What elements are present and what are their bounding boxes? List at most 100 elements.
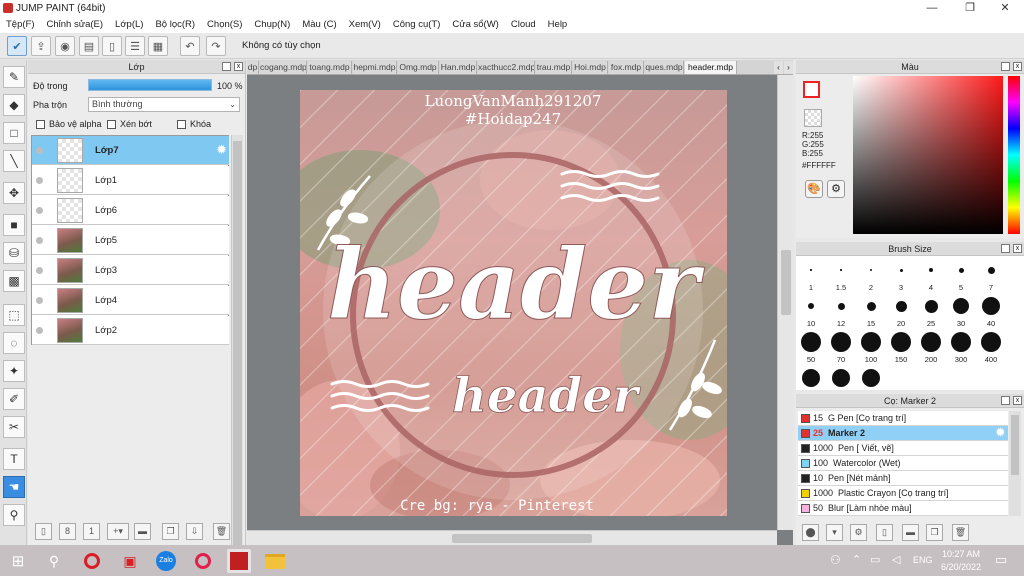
visibility-icon[interactable]: [36, 147, 43, 154]
brush-folder-icon[interactable]: ▬: [902, 524, 919, 541]
menu-edit[interactable]: Chỉnh sửa(E): [41, 19, 110, 30]
opera-icon[interactable]: [80, 549, 104, 573]
canvas-horizontal-scrollbar[interactable]: [247, 530, 777, 545]
brush-menu-icon[interactable]: ▾: [826, 524, 843, 541]
panel-float-icon[interactable]: [1001, 62, 1010, 71]
gradient-tool-icon[interactable]: ▩: [3, 270, 25, 292]
brush-size-dot[interactable]: [837, 302, 845, 310]
chevron-up-icon[interactable]: ⌃: [852, 553, 861, 566]
check-icon[interactable]: ✔: [7, 36, 27, 56]
windows-start-icon[interactable]: ⊞: [6, 549, 30, 573]
tab-document[interactable]: fox.mdp: [609, 61, 644, 74]
brush-size-dot[interactable]: [831, 332, 851, 352]
menu-filter[interactable]: Bộ lọc(R): [149, 19, 201, 30]
brush-size-dot[interactable]: [866, 301, 876, 311]
layer-row[interactable]: Lớp3: [32, 256, 229, 285]
brush-size-dot[interactable]: [899, 268, 903, 272]
new-1bit-layer-icon[interactable]: 1: [83, 523, 100, 540]
brush-size-dot[interactable]: [987, 266, 995, 274]
menu-layer[interactable]: Lớp(L): [109, 19, 149, 30]
menu-window[interactable]: Cửa sổ(W): [446, 19, 504, 30]
brush-delete-icon[interactable]: 🗑: [952, 524, 969, 541]
foreground-color-swatch[interactable]: [803, 81, 820, 98]
protect-alpha-checkbox[interactable]: [36, 120, 45, 129]
tab-document[interactable]: hepmi.mdp: [353, 61, 397, 74]
brush-size-dot[interactable]: [921, 332, 941, 352]
layer-row[interactable]: Lớp5: [32, 226, 229, 255]
app-grid-icon[interactable]: ▣: [118, 549, 142, 573]
lock-checkbox[interactable]: [177, 120, 186, 129]
brush-size-dot[interactable]: [951, 332, 971, 352]
clipping-checkbox[interactable]: [107, 120, 116, 129]
scroll-thumb[interactable]: [1011, 415, 1019, 475]
tab-document[interactable]: trau.mdp: [536, 61, 572, 74]
brush-size-dot[interactable]: [924, 299, 938, 313]
tab-document[interactable]: toang.mdp: [308, 61, 352, 74]
brush-file-icon[interactable]: ▯: [876, 524, 893, 541]
network-icon[interactable]: ▭: [870, 553, 880, 566]
menu-view[interactable]: Xem(V): [343, 19, 387, 30]
menu-file[interactable]: Tệp(F): [0, 19, 41, 30]
visibility-icon[interactable]: [36, 237, 43, 244]
pen-item[interactable]: 1000 Plastic Crayon [Cọ trang trí]: [798, 486, 1008, 501]
merge-icon[interactable]: ⇩: [186, 523, 203, 540]
undo-icon[interactable]: ↶: [180, 36, 200, 56]
opacity-slider[interactable]: [88, 79, 212, 91]
panel-close-icon[interactable]: x: [1013, 396, 1022, 405]
panel-close-icon[interactable]: x: [1013, 244, 1022, 253]
opera-gx-icon[interactable]: [191, 549, 215, 573]
brush-size-dot[interactable]: [895, 300, 907, 312]
pen-item[interactable]: 15 G Pen [Cọ trang trí]: [798, 411, 1008, 426]
clock-time[interactable]: 10:27 AM: [941, 549, 981, 559]
hue-slider[interactable]: [1008, 76, 1020, 234]
eyedropper-tool-icon[interactable]: ⚲: [3, 504, 25, 526]
tab-document[interactable]: ques.mdp: [645, 61, 684, 74]
gear-icon[interactable]: ✹: [996, 426, 1005, 440]
brush-size-dot[interactable]: [982, 297, 1000, 315]
menu-tools[interactable]: Công cụ(T): [387, 19, 447, 30]
tab-scroll-left-icon[interactable]: ‹: [774, 61, 783, 74]
list-icon[interactable]: ☰: [125, 36, 145, 56]
brush-duplicate-icon[interactable]: ❐: [926, 524, 943, 541]
visibility-icon[interactable]: [36, 327, 43, 334]
fill-rect-tool-icon[interactable]: ■: [3, 214, 25, 236]
brush-size-dot[interactable]: [832, 369, 850, 387]
scroll-thumb[interactable]: [452, 534, 592, 543]
menu-cloud[interactable]: Cloud: [505, 19, 542, 30]
close-button[interactable]: ✕: [988, 0, 1022, 16]
brush-size-dot[interactable]: [861, 332, 881, 352]
people-icon[interactable]: ⚇: [830, 553, 841, 567]
minimize-button[interactable]: —: [915, 0, 949, 16]
layer-scrollbar[interactable]: [231, 135, 243, 573]
saturation-value-picker[interactable]: [853, 76, 1003, 234]
brush-size-dot[interactable]: [953, 298, 969, 314]
brush-size-dot[interactable]: [870, 269, 872, 271]
language-indicator[interactable]: ENG: [913, 555, 933, 565]
visibility-icon[interactable]: [36, 297, 43, 304]
select-eraser-tool-icon[interactable]: ✂: [3, 416, 25, 438]
select-pen-tool-icon[interactable]: ✐: [3, 388, 25, 410]
palette-icon[interactable]: 🎨: [805, 180, 823, 198]
new-8bit-layer-icon[interactable]: 8: [59, 523, 76, 540]
bucket-tool-icon[interactable]: ⛁: [3, 242, 25, 264]
share-icon[interactable]: ⇪: [31, 36, 51, 56]
panel-close-icon[interactable]: x: [234, 62, 243, 71]
canvas-artwork[interactable]: LuongVanManh291207 #Hoidap247 header hea…: [300, 90, 727, 516]
pen-item[interactable]: 25 Marker 2 ✹: [798, 426, 1008, 441]
new-layer-icon[interactable]: ▯: [35, 523, 52, 540]
pen-item[interactable]: 10 Pen [Nét mảnh]: [798, 471, 1008, 486]
visibility-icon[interactable]: [36, 177, 43, 184]
layer-row[interactable]: Lớp2: [32, 316, 229, 345]
panel-float-icon[interactable]: [1001, 244, 1010, 253]
panel-float-icon[interactable]: [222, 62, 231, 71]
pen-item[interactable]: 100 Watercolor (Wet): [798, 456, 1008, 471]
scroll-thumb[interactable]: [781, 250, 791, 315]
magic-wand-tool-icon[interactable]: ✦: [3, 360, 25, 382]
visibility-icon[interactable]: [36, 267, 43, 274]
brush-size-dot[interactable]: [802, 369, 820, 387]
layer-row[interactable]: Lớp6: [32, 196, 229, 225]
folder-icon[interactable]: ▬: [134, 523, 151, 540]
layer-row[interactable]: Lớp7 ✹: [32, 136, 229, 165]
tab-scroll-right-icon[interactable]: ›: [784, 61, 793, 74]
file-explorer-icon[interactable]: [263, 549, 287, 573]
